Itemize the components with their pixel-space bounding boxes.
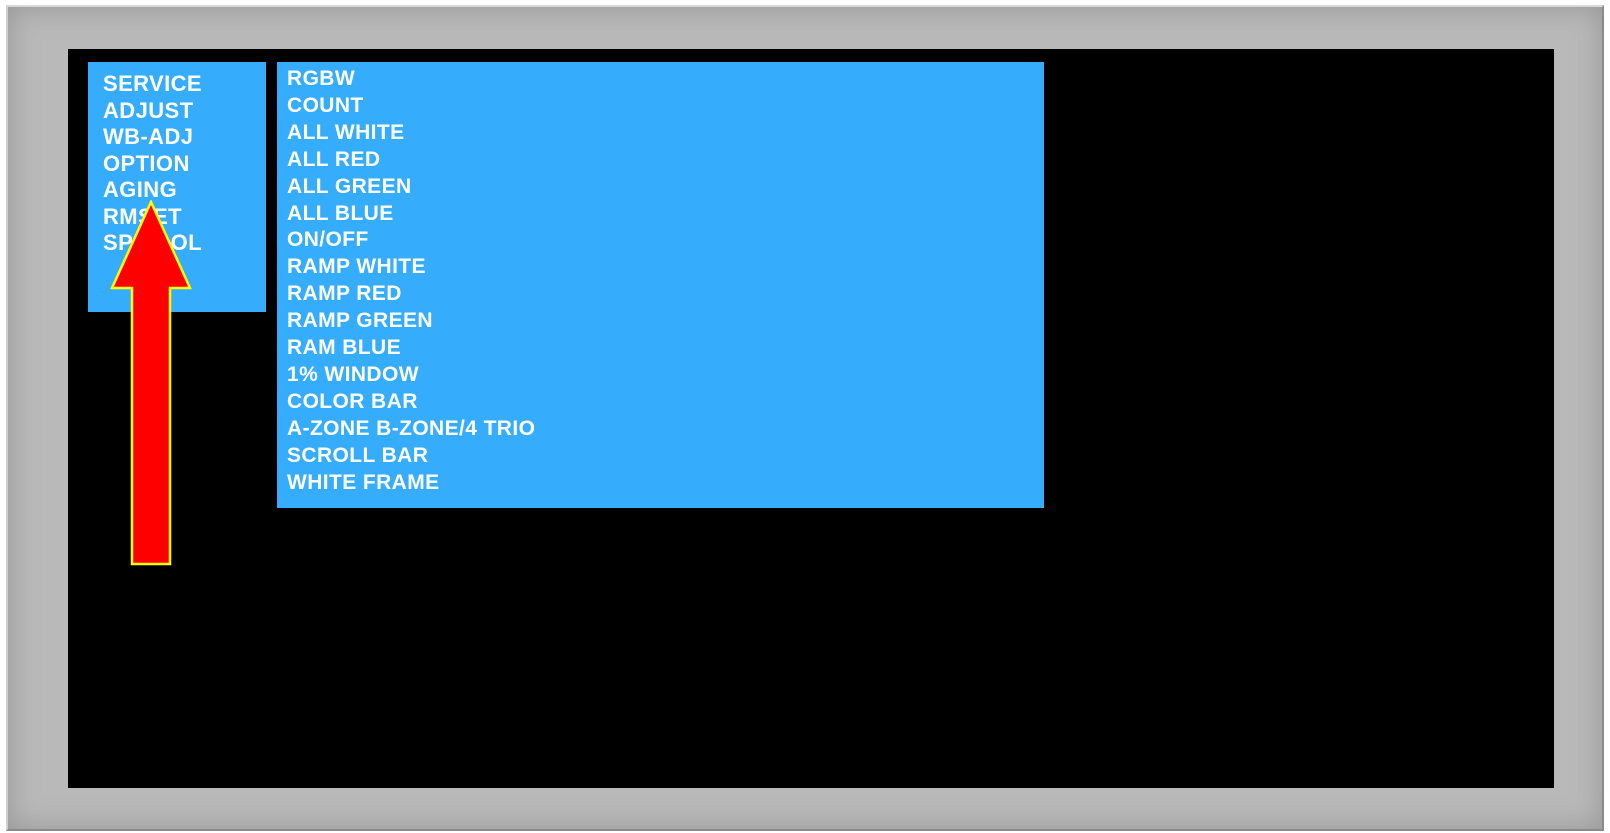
- aging-submenu: RGBW COUNT ALL WHITE ALL RED ALL GREEN A…: [277, 62, 1044, 508]
- submenu-item-ramp-white[interactable]: RAMP WHITE: [287, 254, 1044, 281]
- up-arrow-icon: [110, 200, 192, 566]
- submenu-item-a-zone-b-zone[interactable]: A-ZONE B-ZONE/4 TRIO: [287, 416, 1044, 443]
- up-arrow-shape: [110, 200, 192, 566]
- submenu-item-count[interactable]: COUNT: [287, 93, 1044, 120]
- submenu-item-ramp-green[interactable]: RAMP GREEN: [287, 308, 1044, 335]
- submenu-item-on-off[interactable]: ON/OFF: [287, 227, 1044, 254]
- menu-item-service[interactable]: SERVICE: [103, 71, 266, 98]
- menu-item-wb-adj[interactable]: WB-ADJ: [103, 124, 266, 151]
- submenu-item-ram-blue[interactable]: RAM BLUE: [287, 335, 1044, 362]
- submenu-item-all-blue[interactable]: ALL BLUE: [287, 201, 1044, 228]
- submenu-item-all-red[interactable]: ALL RED: [287, 147, 1044, 174]
- submenu-item-all-white[interactable]: ALL WHITE: [287, 120, 1044, 147]
- menu-item-option[interactable]: OPTION: [103, 151, 266, 178]
- submenu-item-color-bar[interactable]: COLOR BAR: [287, 389, 1044, 416]
- menu-item-adjust[interactable]: ADJUST: [103, 98, 266, 125]
- submenu-item-scroll-bar[interactable]: SCROLL BAR: [287, 443, 1044, 470]
- submenu-item-ramp-red[interactable]: RAMP RED: [287, 281, 1044, 308]
- submenu-item-1pct-window[interactable]: 1% WINDOW: [287, 362, 1044, 389]
- submenu-item-rgbw[interactable]: RGBW: [287, 66, 1044, 93]
- submenu-item-white-frame[interactable]: WHITE FRAME: [287, 470, 1044, 497]
- submenu-item-all-green[interactable]: ALL GREEN: [287, 174, 1044, 201]
